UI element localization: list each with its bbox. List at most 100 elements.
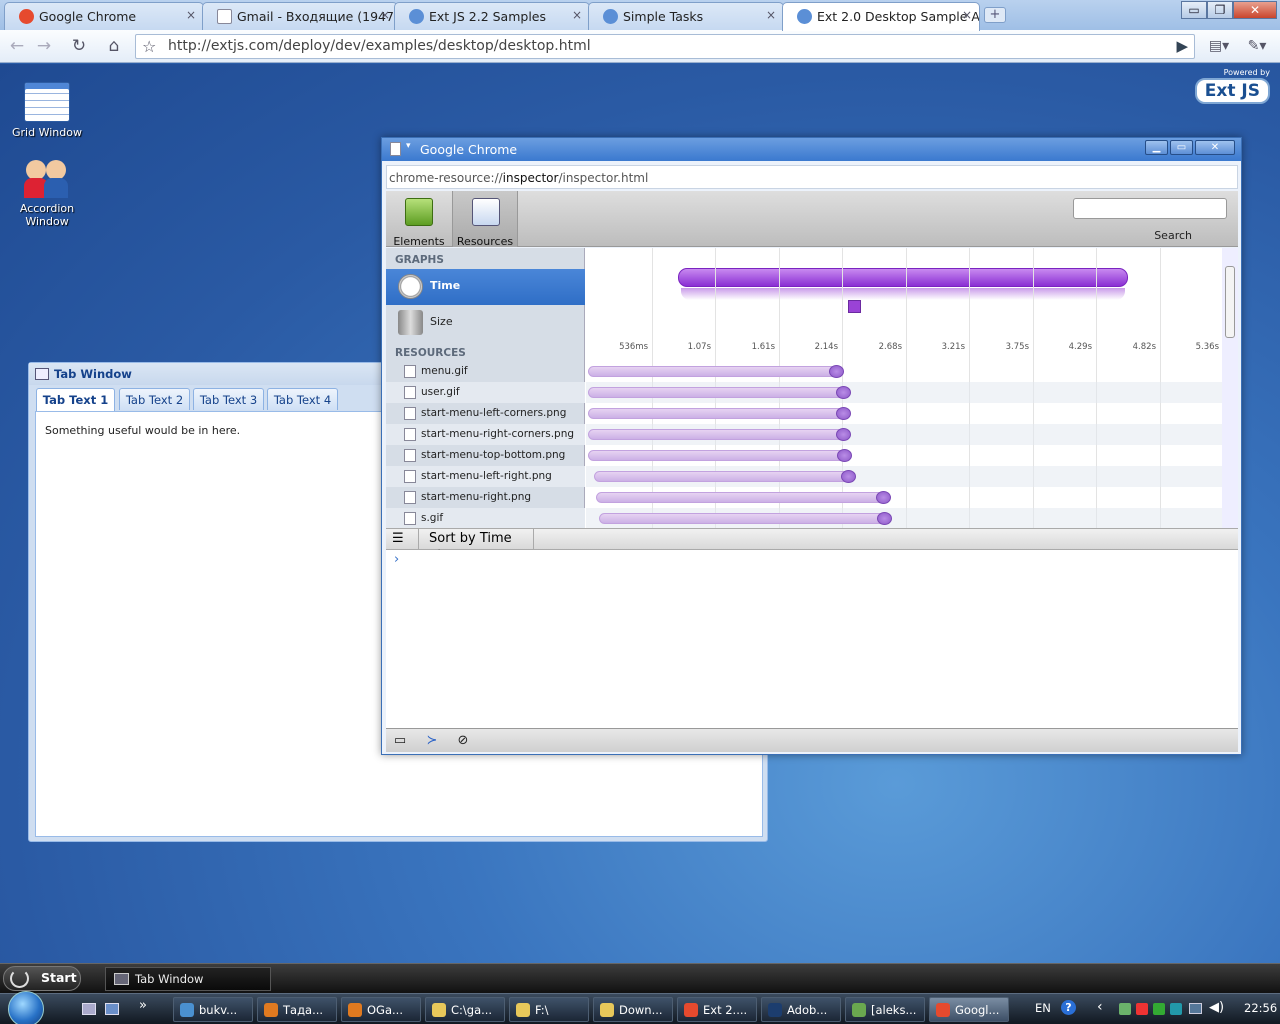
go-button[interactable]: ▶ [1176, 37, 1188, 55]
resource-bar[interactable] [598, 513, 886, 524]
taskbar-item-tab-window[interactable]: Tab Window [105, 967, 271, 991]
tab-text-1[interactable]: Tab Text 1 [36, 388, 115, 411]
taskbar-button[interactable]: Ext 2.... [677, 997, 757, 1022]
resource-bar[interactable] [588, 429, 844, 440]
inspector-window: ▾ Google Chrome ▁ ▭ ✕ chrome-resource://… [381, 137, 1242, 755]
windows-start-orb[interactable] [8, 991, 44, 1024]
close-tab-icon[interactable]: × [380, 8, 390, 22]
wrench-menu-button[interactable]: ✎▾ [1240, 35, 1274, 59]
start-button[interactable]: Start [3, 966, 81, 991]
desktop-icon-grid-window[interactable]: Grid Window [7, 82, 87, 139]
resource-bar[interactable] [588, 387, 844, 398]
taskbar-button[interactable]: [aleks... [845, 997, 925, 1022]
resource-row[interactable]: start-menu-left-corners.png [386, 403, 585, 424]
list-view-icon[interactable]: ☰ [392, 531, 404, 546]
scrollbar-thumb[interactable] [1225, 266, 1235, 338]
dock-icon[interactable]: ▭ [389, 732, 411, 750]
resource-row[interactable]: start-menu-right-corners.png [386, 424, 585, 445]
console-prompt: › [394, 552, 400, 567]
ext-taskbar: Start Tab Window [0, 963, 1280, 993]
search-input[interactable] [1073, 198, 1227, 219]
resource-row[interactable]: user.gif [386, 382, 585, 403]
new-tab-button[interactable]: + [984, 7, 1006, 23]
elements-button[interactable]: Elements [386, 191, 452, 248]
close-window-button[interactable]: ✕ [1233, 1, 1277, 19]
browser-tab-active[interactable]: Ext 2.0 Desktop Sample A... × [782, 2, 980, 31]
menu-dropdown-icon[interactable]: ▾ [406, 141, 411, 151]
taskbar-button[interactable]: Googl... [929, 997, 1009, 1022]
back-button[interactable]: ← [4, 35, 30, 59]
address-bar[interactable]: ☆ http://extjs.com/deploy/dev/examples/d… [135, 34, 1195, 59]
taskbar-button[interactable]: Down... [593, 997, 673, 1022]
home-button[interactable]: ⌂ [101, 35, 127, 59]
graphs-header: GRAPHS [395, 254, 444, 266]
resource-name: start-menu-right-corners.png [421, 428, 575, 440]
taskbar-button[interactable]: Тада... [257, 997, 337, 1022]
browser-tab[interactable]: Simple Tasks × [588, 2, 784, 30]
taskbar-button-label: bukv... [199, 1003, 238, 1017]
graph-scrollbar[interactable] [1222, 248, 1238, 528]
resource-name: user.gif [421, 386, 460, 398]
clear-icon[interactable]: ⊘ [452, 732, 474, 750]
help-icon[interactable]: ? [1061, 1000, 1076, 1015]
taskbar-button[interactable]: C:\ga... [425, 997, 505, 1022]
resource-bar[interactable] [593, 471, 849, 482]
volume-icon[interactable]: ◀) [1209, 1000, 1224, 1015]
page-menu-button[interactable]: ▤▾ [1203, 35, 1235, 59]
clock[interactable]: 22:56 [1244, 1001, 1277, 1015]
desktop-icon-accordion-window[interactable]: Accordion Window [7, 158, 87, 228]
resource-file-icon [404, 365, 416, 378]
resource-row[interactable]: start-menu-left-right.png [386, 466, 585, 487]
quick-launch-more[interactable]: » [139, 998, 147, 1013]
sort-select[interactable]: Sort by Time ⇕ [418, 529, 534, 560]
app-tray-icon[interactable] [1153, 1003, 1165, 1015]
language-indicator[interactable]: EN [1035, 1001, 1051, 1015]
monitor-tray-icon[interactable] [1189, 1003, 1202, 1014]
close-tab-icon[interactable]: × [186, 8, 196, 22]
graph-time[interactable]: Time [386, 269, 585, 305]
browser-tab[interactable]: Gmail - Входящие (19478... × [202, 2, 398, 30]
resource-bar[interactable] [588, 366, 837, 377]
tray-expand-icon[interactable]: ‹ [1097, 999, 1103, 1015]
taskbar-button[interactable]: bukv... [173, 997, 253, 1022]
graph-size[interactable]: Size [386, 305, 585, 341]
maximize-button[interactable]: ❐ [1207, 1, 1233, 19]
browser-tab[interactable]: Ext JS 2.2 Samples × [394, 2, 590, 30]
resource-bar[interactable] [588, 450, 846, 461]
graph-tick-label: 2.68s [878, 342, 902, 352]
tab-text-3[interactable]: Tab Text 3 [193, 388, 264, 410]
inspector-minimize-button[interactable]: ▁ [1145, 140, 1168, 155]
taskbar-button[interactable]: Adob... [761, 997, 841, 1022]
close-tab-icon[interactable]: × [572, 8, 582, 22]
console-area[interactable]: › [386, 550, 1238, 728]
inspector-maximize-button[interactable]: ▭ [1170, 140, 1193, 155]
forward-button[interactable]: → [31, 35, 57, 59]
switch-windows-icon[interactable] [105, 1003, 119, 1015]
resource-row[interactable]: menu.gif [386, 361, 585, 382]
inspector-close-button[interactable]: ✕ [1195, 140, 1235, 155]
tab-text-4[interactable]: Tab Text 4 [267, 388, 338, 410]
resource-row[interactable]: s.gif [386, 508, 585, 528]
resource-row[interactable]: start-menu-top-bottom.png [386, 445, 585, 466]
resource-row[interactable]: start-menu-right.png [386, 487, 585, 508]
app-tray-icon[interactable] [1170, 1003, 1182, 1015]
tab-text-2[interactable]: Tab Text 2 [119, 388, 190, 410]
resource-bar[interactable] [588, 408, 844, 419]
show-desktop-icon[interactable] [82, 1003, 96, 1015]
taskbar-button[interactable]: OGa... [341, 997, 421, 1022]
close-tab-icon[interactable]: × [962, 8, 972, 22]
resource-bar[interactable] [596, 492, 885, 503]
resources-icon [472, 198, 500, 226]
app-tray-icon[interactable] [1136, 1003, 1148, 1015]
reload-button[interactable]: ↻ [66, 35, 92, 59]
close-tab-icon[interactable]: × [766, 8, 776, 22]
network-icon[interactable] [1119, 1003, 1131, 1015]
resources-button[interactable]: Resources [452, 191, 518, 248]
console-icon[interactable]: ≻ [421, 732, 443, 750]
inspector-titlebar[interactable]: ▾ Google Chrome ▁ ▭ ✕ [382, 138, 1241, 161]
taskbar-button[interactable]: F:\ [509, 997, 589, 1022]
bookmark-star-icon[interactable]: ☆ [142, 37, 156, 56]
browser-tab[interactable]: Google Chrome × [4, 2, 204, 30]
minimize-button[interactable]: ▭ [1181, 1, 1207, 19]
desktop-icon-label: Grid Window [12, 126, 82, 139]
